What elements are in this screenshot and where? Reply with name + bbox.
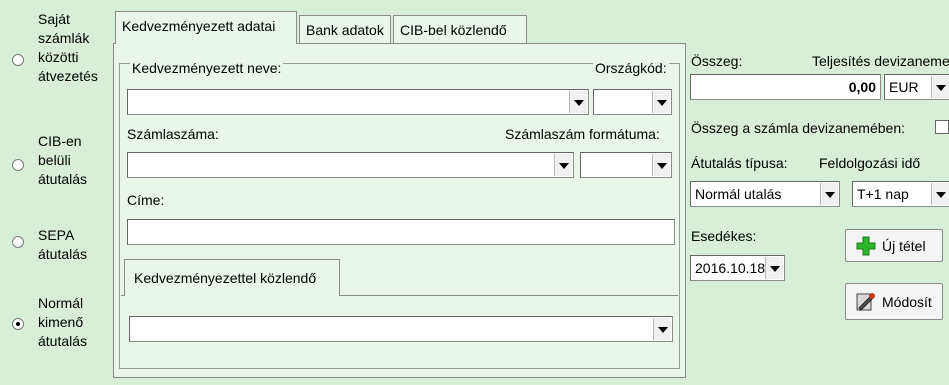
chevron-down-icon[interactable] bbox=[765, 257, 783, 279]
tab-beneficiary-label: Kedvezményezett adatai bbox=[122, 18, 276, 34]
option-own-accounts-line4: átvezetés bbox=[38, 68, 98, 84]
new-item-label: Új tétel bbox=[882, 238, 926, 254]
tab-cib-notice-label: CIB-bel közlendő bbox=[400, 22, 507, 38]
option-normal-outgoing-line1: Normál bbox=[38, 295, 84, 311]
chevron-down-icon[interactable] bbox=[820, 183, 838, 205]
option-normal-outgoing-line3: átutalás bbox=[38, 333, 88, 349]
currency-label: Teljesítés devizaneme bbox=[812, 53, 949, 69]
due-date-value: 2016.10.18. bbox=[695, 260, 769, 276]
option-cib-internal[interactable]: CIB-en belüli átutalás bbox=[12, 132, 107, 192]
amount-in-account-currency-label: Összeg a számla devizanemében: bbox=[691, 120, 905, 136]
chevron-down-icon[interactable] bbox=[931, 183, 949, 205]
processing-time-value: T+1 nap bbox=[857, 186, 909, 202]
chevron-down-icon[interactable] bbox=[652, 91, 670, 113]
radio-own-accounts[interactable] bbox=[12, 54, 24, 66]
wrench-icon bbox=[856, 293, 875, 311]
chevron-down-icon[interactable] bbox=[931, 76, 949, 98]
tab-beneficiary-message-label: Kedvezményezettel közlendő bbox=[134, 270, 317, 286]
radio-sepa[interactable] bbox=[12, 236, 24, 248]
modify-label: Módosít bbox=[882, 294, 932, 310]
amount-label: Összeg: bbox=[691, 53, 743, 69]
chevron-down-icon[interactable] bbox=[653, 318, 671, 340]
tab-bank[interactable]: Bank adatok bbox=[299, 15, 391, 43]
processing-time-label: Feldolgozási idő bbox=[819, 155, 921, 171]
radio-normal-outgoing[interactable] bbox=[12, 318, 24, 330]
amount-value: 0,00 bbox=[848, 79, 876, 95]
amount-in-account-currency-checkbox[interactable] bbox=[935, 120, 949, 134]
option-cib-internal-line1: CIB-en bbox=[38, 133, 82, 149]
currency-value: EUR bbox=[889, 79, 919, 95]
beneficiary-name-select[interactable] bbox=[127, 89, 589, 115]
chevron-down-icon[interactable] bbox=[554, 154, 572, 176]
modify-button[interactable]: Módosít bbox=[845, 283, 943, 320]
option-sepa-line2: átutalás bbox=[38, 246, 88, 262]
amount-input[interactable]: 0,00 bbox=[690, 74, 881, 100]
radio-cib-internal[interactable] bbox=[12, 159, 24, 171]
beneficiary-name-label: Kedvezményezett neve: bbox=[130, 60, 284, 76]
new-item-button[interactable]: Új tétel bbox=[845, 229, 943, 262]
chevron-down-icon[interactable] bbox=[652, 154, 670, 176]
option-sepa[interactable]: SEPA átutalás bbox=[12, 226, 107, 266]
country-code-select[interactable] bbox=[593, 89, 672, 115]
beneficiary-message-select[interactable] bbox=[129, 316, 673, 342]
due-date-label: Esedékes: bbox=[691, 228, 757, 244]
option-sepa-line1: SEPA bbox=[38, 227, 75, 243]
plus-icon bbox=[856, 236, 876, 256]
account-format-label: Számlaszám formátuma: bbox=[505, 126, 660, 142]
option-own-accounts[interactable]: Saját számlák közötti átvezetés bbox=[12, 10, 107, 88]
address-label: Címe: bbox=[127, 192, 165, 208]
account-number-label: Számlaszáma: bbox=[127, 126, 219, 142]
option-normal-outgoing[interactable]: Normál kimenő átutalás bbox=[12, 294, 107, 354]
transfer-type-value: Normál utalás bbox=[695, 186, 782, 202]
chevron-down-icon[interactable] bbox=[569, 91, 587, 113]
option-normal-outgoing-line2: kimenő bbox=[38, 314, 84, 330]
country-code-label: Országkód: bbox=[593, 60, 669, 76]
transfer-type-select[interactable]: Normál utalás bbox=[690, 181, 840, 207]
address-input[interactable] bbox=[127, 219, 675, 245]
processing-time-select[interactable]: T+1 nap bbox=[852, 181, 949, 207]
transfer-type-label: Átutalás típusa: bbox=[691, 155, 788, 171]
option-own-accounts-line1: Saját bbox=[38, 11, 70, 27]
account-format-select[interactable] bbox=[580, 152, 672, 178]
account-number-select[interactable] bbox=[127, 152, 574, 178]
option-own-accounts-line3: közötti bbox=[38, 49, 79, 65]
due-date-select[interactable]: 2016.10.18. bbox=[690, 255, 785, 281]
option-cib-internal-line3: átutalás bbox=[38, 171, 88, 187]
option-own-accounts-line2: számlák bbox=[38, 30, 90, 46]
tab-beneficiary-message[interactable]: Kedvezményezettel közlendő bbox=[124, 259, 340, 296]
tab-cib-notice[interactable]: CIB-bel közlendő bbox=[393, 15, 527, 43]
tab-beneficiary[interactable]: Kedvezményezett adatai bbox=[115, 11, 297, 44]
currency-select[interactable]: EUR bbox=[884, 74, 949, 100]
tab-bank-label: Bank adatok bbox=[306, 22, 384, 38]
option-cib-internal-line2: belüli bbox=[38, 152, 71, 168]
